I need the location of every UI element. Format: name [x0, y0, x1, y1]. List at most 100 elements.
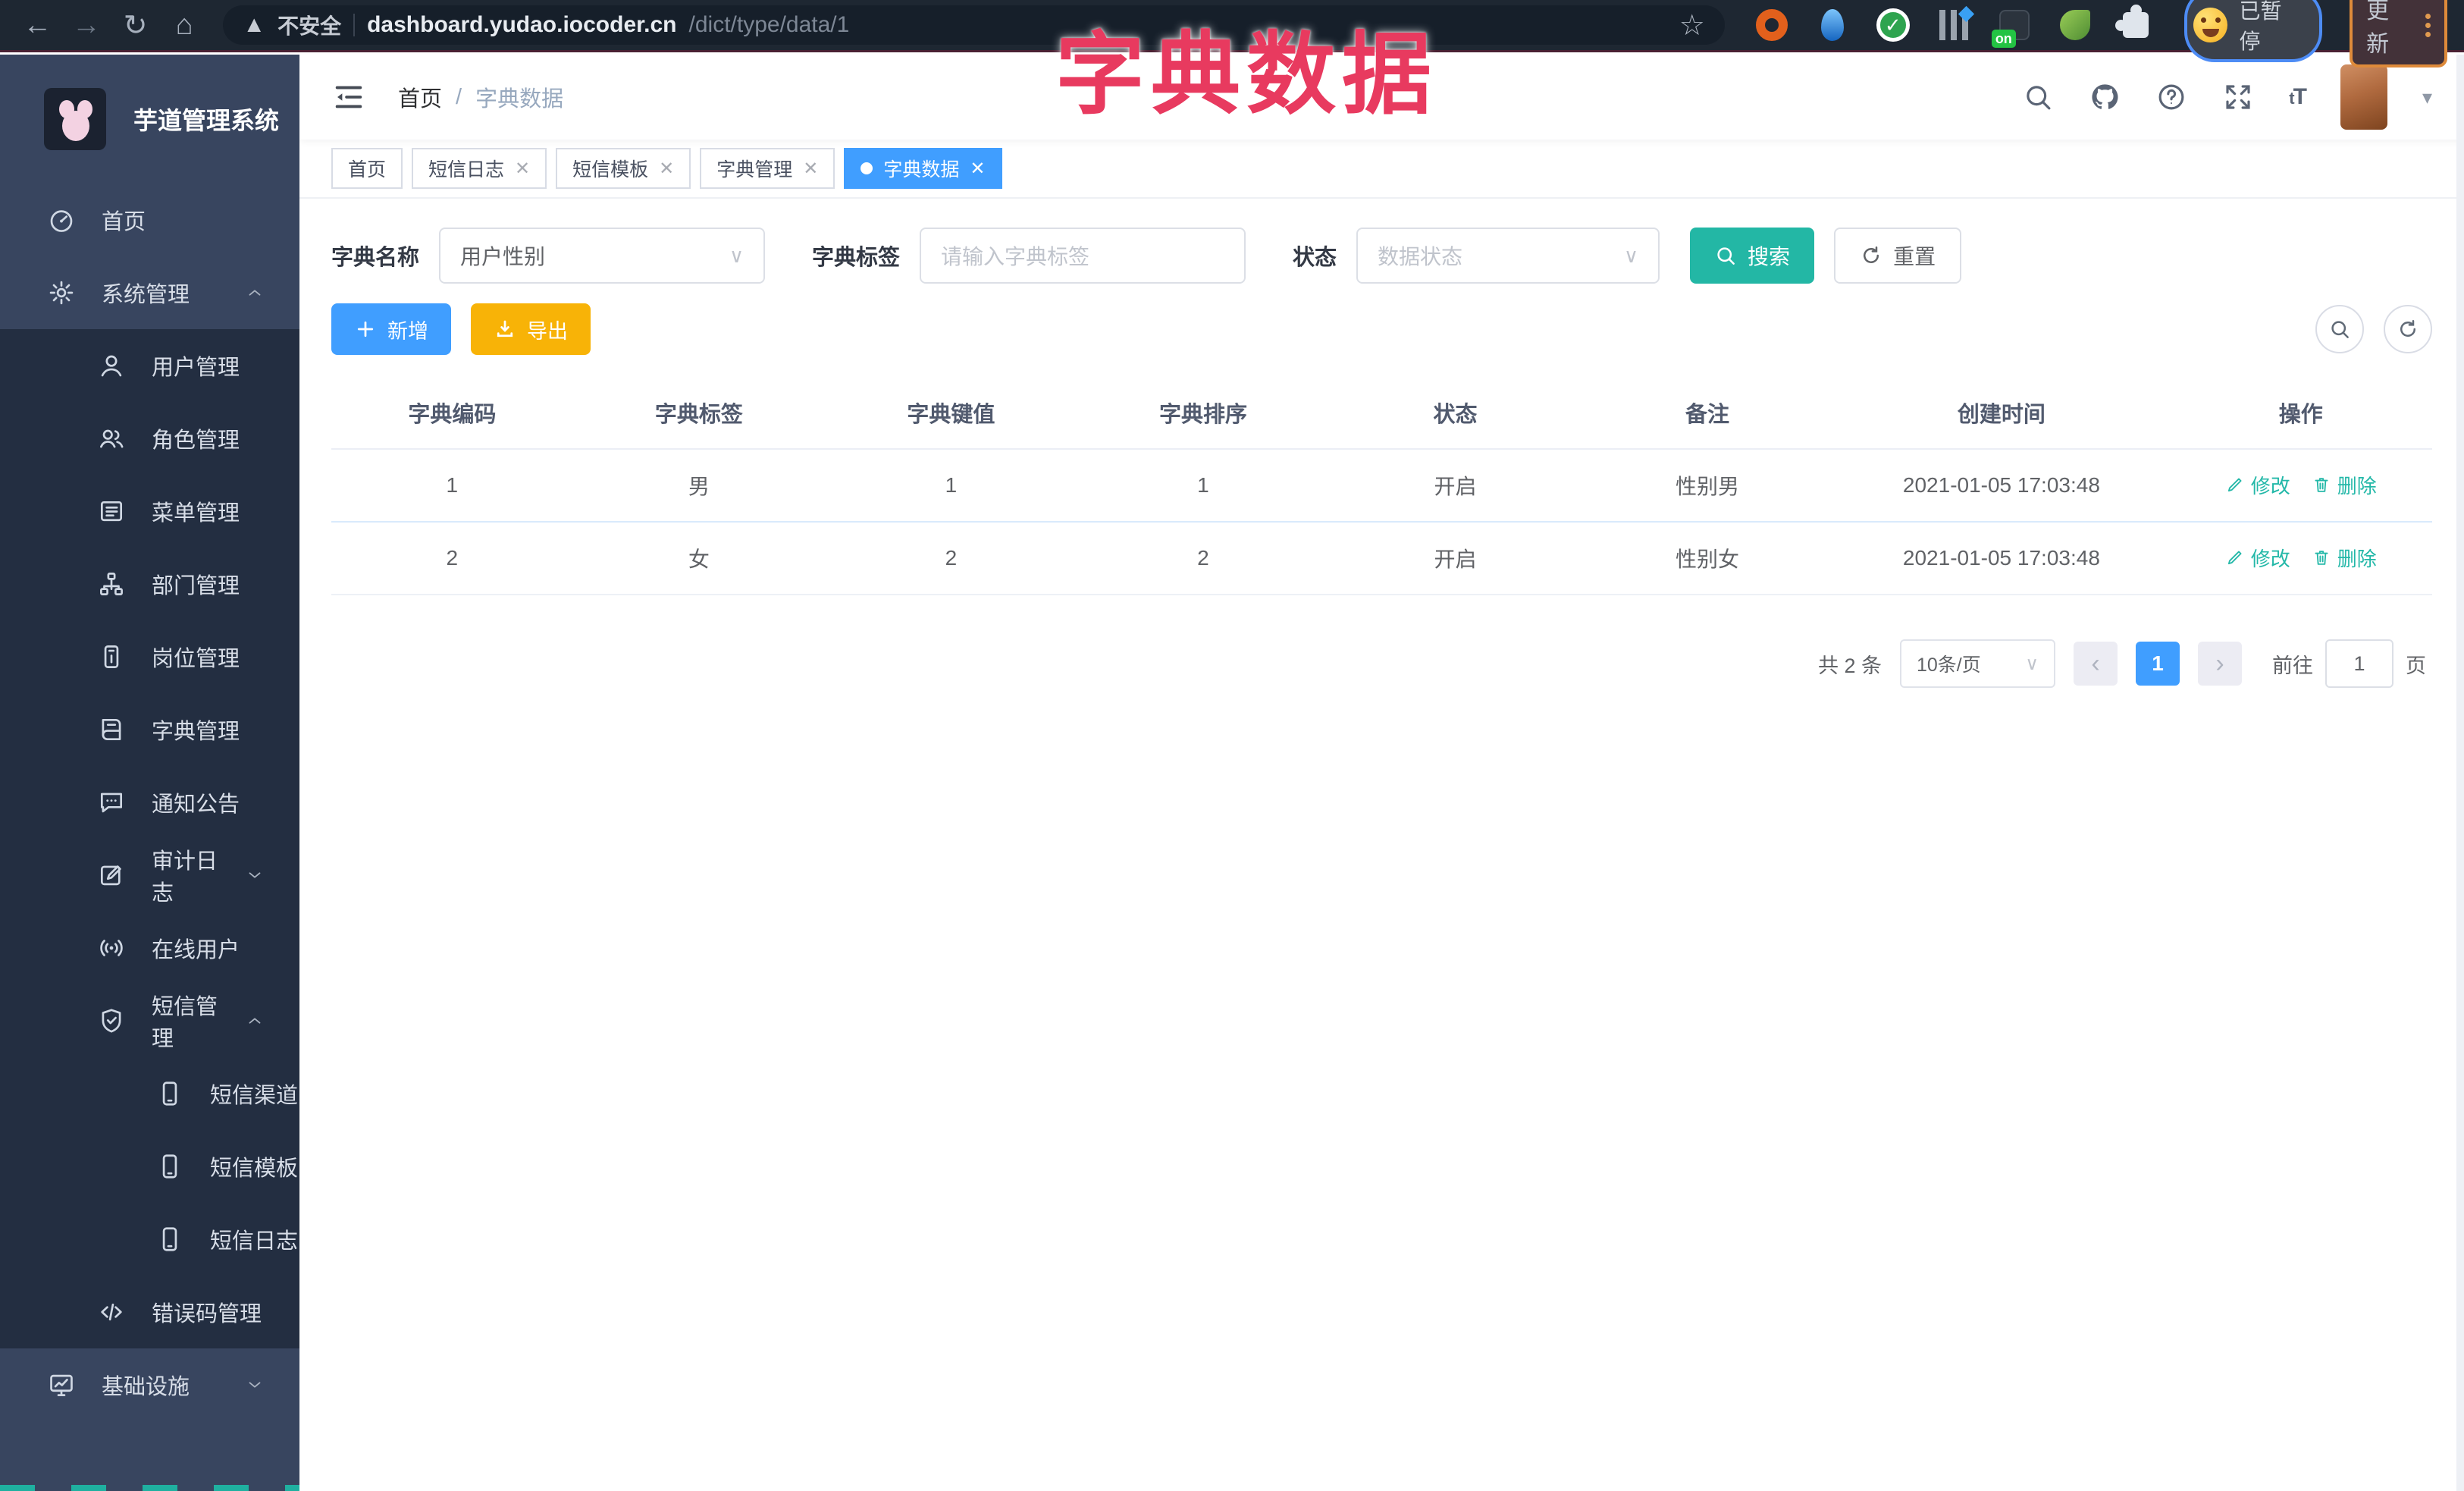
sidebar-item-短信模板[interactable]: 短信模板: [0, 1130, 299, 1203]
security-label: 不安全: [277, 14, 342, 38]
forward-icon[interactable]: →: [66, 9, 108, 42]
back-icon[interactable]: ←: [17, 9, 58, 42]
tab-短信模板[interactable]: 短信模板 ✕: [556, 148, 691, 189]
sidebar-item-在线用户[interactable]: 在线用户: [0, 912, 299, 984]
close-icon[interactable]: ✕: [970, 158, 985, 180]
update-label: 更新: [2366, 0, 2390, 57]
app-title: 芋道管理系统: [133, 107, 280, 134]
breadcrumb: 首页 / 字典数据: [398, 81, 563, 113]
sidebar-item-label: 菜单管理: [152, 501, 240, 526]
sidebar-item-label: 短信渠道: [210, 1084, 299, 1108]
sidebar-item-首页[interactable]: 首页: [0, 184, 299, 256]
sliders-extension-icon[interactable]: [1936, 5, 1974, 43]
sidebar-collapse-icon[interactable]: [331, 80, 366, 115]
github-icon[interactable]: [2089, 81, 2121, 113]
on-badge-extension-icon[interactable]: on: [1991, 7, 2033, 48]
cell: 1: [1077, 449, 1330, 523]
close-icon[interactable]: ✕: [515, 158, 530, 180]
column-header: 操作: [2169, 376, 2432, 450]
main-area: 首页 / 字典数据 tT ▾ 首页 短信日志 ✕ 短信模板 ✕ 字典管理 ✕ 字典数据 ✕: [299, 55, 2464, 1491]
search-button[interactable]: 搜索: [1690, 228, 1815, 284]
cell: 男: [572, 449, 826, 523]
prev-page-button[interactable]: ‹: [2074, 642, 2118, 686]
orange-extension-icon[interactable]: [1754, 7, 1790, 43]
next-page-button[interactable]: ›: [2198, 642, 2242, 686]
sidebar-item-系统管理[interactable]: 系统管理: [0, 256, 299, 329]
table-tools: [2315, 305, 2432, 353]
leaf-extension-icon[interactable]: [2057, 7, 2093, 43]
browser-profile-paused-badge[interactable]: 已暂停: [2183, 0, 2323, 62]
font-size-icon[interactable]: tT: [2289, 84, 2307, 110]
list-icon: [97, 497, 126, 526]
tab-首页[interactable]: 首页: [331, 148, 403, 189]
column-header: 字典键值: [825, 376, 1077, 450]
extensions-row: ✓ on: [1754, 5, 2154, 48]
bookmark-star-icon[interactable]: ☆: [1679, 8, 1705, 42]
refresh-icon[interactable]: [2384, 305, 2432, 353]
sidebar-item-审计日志[interactable]: 审计日志: [0, 839, 299, 912]
page-1-button[interactable]: 1: [2136, 642, 2180, 686]
page-scrollbar[interactable]: [2456, 55, 2464, 1491]
dict-label-input[interactable]: 请输入字典标签: [920, 228, 1246, 284]
user-avatar[interactable]: [2340, 64, 2387, 130]
sidebar-item-短信日志[interactable]: 短信日志: [0, 1203, 299, 1276]
goto-page-input[interactable]: 1: [2325, 639, 2393, 688]
sidebar-item-角色管理[interactable]: 角色管理: [0, 402, 299, 475]
green-check-extension-icon[interactable]: ✓: [1875, 7, 1911, 43]
add-button[interactable]: 新增: [331, 303, 451, 355]
breadcrumb-home[interactable]: 首页: [398, 81, 442, 113]
page-content: 字典名称 用户性别 ∨ 字典标签 请输入字典标签 状态 数据状态 ∨ 搜索 重置…: [299, 199, 2464, 688]
puzzle-extensions-icon[interactable]: [2114, 5, 2154, 43]
close-icon[interactable]: ✕: [659, 158, 674, 180]
home-icon[interactable]: ⌂: [164, 9, 205, 42]
sidebar-item-岗位管理[interactable]: 岗位管理: [0, 620, 299, 693]
tab-字典数据[interactable]: 字典数据 ✕: [844, 148, 1002, 189]
cell: 女: [572, 522, 826, 595]
column-header: 字典排序: [1077, 376, 1330, 450]
close-icon[interactable]: ✕: [803, 158, 818, 180]
sidebar-item-短信管理[interactable]: 短信管理: [0, 984, 299, 1057]
book-icon: [97, 715, 126, 744]
dict-name-select[interactable]: 用户性别 ∨: [439, 228, 766, 284]
edit-link[interactable]: 修改: [2225, 544, 2290, 572]
reset-button[interactable]: 重置: [1834, 228, 1962, 284]
user-icon: [97, 351, 126, 380]
sidebar-item-通知公告[interactable]: 通知公告: [0, 766, 299, 839]
reload-icon[interactable]: ↻: [114, 8, 156, 42]
kebab-menu-icon[interactable]: [2425, 13, 2431, 37]
delete-link[interactable]: 删除: [2312, 544, 2377, 572]
status-select[interactable]: 数据状态 ∨: [1356, 228, 1660, 284]
sidebar-item-菜单管理[interactable]: 菜单管理: [0, 475, 299, 548]
sidebar-item-字典管理[interactable]: 字典管理: [0, 693, 299, 766]
column-header: 状态: [1329, 376, 1582, 450]
tab-短信日志[interactable]: 短信日志 ✕: [412, 148, 547, 189]
sidebar-item-基础设施[interactable]: 基础设施: [0, 1348, 299, 1421]
export-button[interactable]: 导出: [471, 303, 591, 355]
code-icon: [97, 1298, 126, 1326]
sidebar-item-短信渠道[interactable]: 短信渠道: [0, 1057, 299, 1130]
toggle-search-icon[interactable]: [2315, 305, 2364, 353]
fullscreen-icon[interactable]: [2222, 81, 2254, 113]
users-icon: [97, 424, 126, 453]
sidebar-item-label: 短信日志: [210, 1229, 299, 1254]
blue-drop-extension-icon[interactable]: [1814, 7, 1851, 43]
sidebar-item-用户管理[interactable]: 用户管理: [0, 329, 299, 402]
warning-icon: ▲: [243, 12, 266, 37]
tree-icon: [97, 570, 126, 598]
column-header: 备注: [1581, 376, 1834, 450]
avatar-caret-icon[interactable]: ▾: [2422, 86, 2432, 109]
sidebar-item-部门管理[interactable]: 部门管理: [0, 548, 299, 620]
help-icon[interactable]: [2155, 81, 2187, 113]
logo-row[interactable]: 芋道管理系统: [0, 55, 299, 184]
edit-link[interactable]: 修改: [2225, 471, 2290, 499]
browser-update-button[interactable]: 更新: [2350, 0, 2447, 67]
delete-link[interactable]: 删除: [2312, 471, 2377, 499]
chevron-down-icon: ∨: [729, 243, 745, 267]
status-label: 状态: [1293, 246, 1337, 270]
sidebar-item-错误码管理[interactable]: 错误码管理: [0, 1276, 299, 1348]
tab-label: 首页: [348, 159, 387, 180]
tab-字典管理[interactable]: 字典管理 ✕: [700, 148, 835, 189]
search-icon[interactable]: [2022, 81, 2054, 113]
page-size-select[interactable]: 10条/页 ∨: [1900, 639, 2055, 688]
address-bar[interactable]: ▲ 不安全 dashboard.yudao.iocoder.cn/dict/ty…: [223, 5, 1725, 45]
